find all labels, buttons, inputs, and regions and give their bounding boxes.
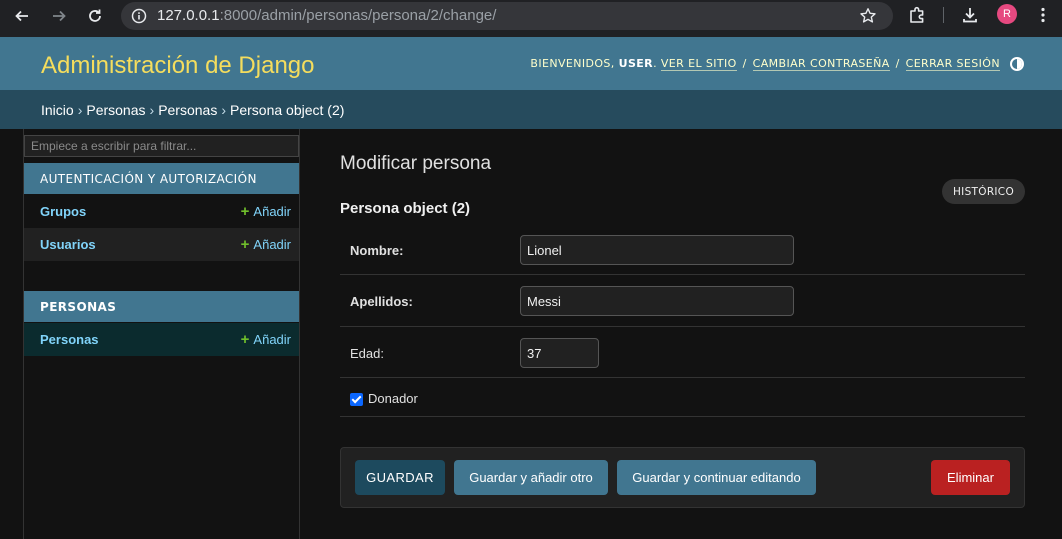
username: user bbox=[618, 57, 654, 70]
breadcrumb-app[interactable]: Personas bbox=[86, 102, 145, 118]
user-tools: Bienvenidos, user. Ver el sitio / Cambia… bbox=[530, 57, 1000, 71]
download-icon[interactable] bbox=[960, 5, 980, 25]
breadcrumb-separator: › bbox=[77, 102, 83, 118]
bookmark-star-icon[interactable] bbox=[859, 7, 877, 25]
donador-field: Donador bbox=[350, 391, 418, 406]
url-text: 127.0.0.1:8000/admin/personas/persona/2/… bbox=[157, 7, 496, 24]
model-link-grupos[interactable]: Grupos bbox=[40, 204, 86, 219]
save-and-continue-button[interactable]: Guardar y continuar editando bbox=[617, 460, 816, 495]
separator: / bbox=[895, 57, 900, 70]
add-usuario-link[interactable]: + Añadir bbox=[241, 236, 291, 253]
separator: / bbox=[742, 57, 747, 70]
module-caption-personas[interactable]: Personas bbox=[24, 291, 299, 322]
nav-filter-input[interactable] bbox=[24, 135, 299, 157]
submit-row: Guardar Guardar y añadir otro Guardar y … bbox=[340, 447, 1025, 508]
breadcrumb-separator: › bbox=[221, 102, 227, 118]
module-caption-auth[interactable]: Autenticación y autorización bbox=[24, 163, 299, 194]
extensions-icon[interactable] bbox=[907, 5, 927, 25]
form-row-nombre: Nombre: bbox=[340, 225, 1025, 275]
breadcrumb-model[interactable]: Personas bbox=[158, 102, 217, 118]
url-path: :8000/admin/personas/persona/2/change/ bbox=[219, 7, 497, 24]
nombre-label: Nombre: bbox=[350, 243, 404, 258]
add-persona-link[interactable]: + Añadir bbox=[241, 331, 291, 348]
object-title: Persona object (2) bbox=[340, 200, 471, 217]
edad-input[interactable] bbox=[520, 338, 599, 368]
nav-sidebar: Autenticación y autorización Grupos +Aña… bbox=[0, 129, 300, 539]
breadcrumb: Inicio › Personas › Personas › Persona object … bbox=[0, 90, 1062, 129]
sidebar-item-usuarios: Usuarios + Añadir bbox=[24, 228, 299, 261]
reload-icon[interactable] bbox=[83, 4, 107, 28]
address-bar[interactable]: 127.0.0.1:8000/admin/personas/persona/2/… bbox=[121, 2, 893, 30]
edad-label: Edad: bbox=[350, 346, 384, 361]
model-link-usuarios[interactable]: Usuarios bbox=[40, 237, 96, 252]
model-link-personas[interactable]: Personas bbox=[40, 332, 99, 347]
add-icon: + bbox=[240, 203, 250, 220]
welcome-text: Bienvenidos, bbox=[530, 57, 615, 70]
logout-link[interactable]: Cerrar sesión bbox=[905, 57, 1000, 71]
save-button[interactable]: Guardar bbox=[355, 460, 445, 495]
site-header: Administración de Django Bienvenidos, us… bbox=[0, 37, 1062, 90]
form-row-donador: Donador bbox=[340, 379, 1025, 417]
add-icon: + bbox=[240, 236, 250, 253]
forward-arrow-icon[interactable] bbox=[47, 4, 71, 28]
breadcrumb-separator: › bbox=[149, 102, 155, 118]
breadcrumb-current: Persona object (2) bbox=[230, 102, 345, 118]
browser-toolbar: 127.0.0.1:8000/admin/personas/persona/2/… bbox=[0, 0, 1062, 37]
profile-avatar[interactable]: R bbox=[997, 4, 1017, 24]
apellidos-input[interactable] bbox=[520, 286, 794, 316]
sidebar-item-personas: Personas + Añadir bbox=[24, 323, 299, 356]
url-host: 127.0.0.1 bbox=[157, 7, 220, 24]
add-icon: + bbox=[240, 331, 250, 348]
add-label: Añadir bbox=[253, 332, 291, 347]
add-grupo-link[interactable]: + Añadir bbox=[241, 203, 291, 220]
delete-button[interactable]: Eliminar bbox=[931, 460, 1010, 495]
change-password-link[interactable]: Cambiar contraseña bbox=[752, 57, 890, 71]
save-and-add-another-button[interactable]: Guardar y añadir otro bbox=[454, 460, 608, 495]
apellidos-label: Apellidos: bbox=[350, 294, 413, 309]
form-row-edad: Edad: bbox=[340, 328, 1025, 378]
donador-label[interactable]: Donador bbox=[368, 391, 418, 406]
sidebar-item-grupos: Grupos + Añadir bbox=[24, 195, 299, 228]
nombre-input[interactable] bbox=[520, 235, 794, 265]
theme-toggle-icon[interactable] bbox=[1010, 57, 1024, 71]
donador-checkbox[interactable] bbox=[350, 393, 363, 406]
more-options-icon[interactable] bbox=[1033, 5, 1053, 25]
add-label: Añadir bbox=[253, 204, 291, 219]
history-button[interactable]: Histórico bbox=[942, 179, 1025, 204]
add-label: Añadir bbox=[253, 237, 291, 252]
view-site-link[interactable]: Ver el sitio bbox=[660, 57, 737, 71]
breadcrumb-home[interactable]: Inicio bbox=[41, 102, 74, 118]
main-content: Modificar persona Histórico Persona obje… bbox=[300, 129, 1062, 539]
site-info-icon[interactable] bbox=[131, 8, 147, 24]
site-branding[interactable]: Administración de Django bbox=[41, 52, 314, 80]
form-row-apellidos: Apellidos: bbox=[340, 276, 1025, 327]
back-arrow-icon[interactable] bbox=[10, 4, 34, 28]
toolbar-divider bbox=[943, 7, 944, 23]
page-title: Modificar persona bbox=[340, 153, 492, 174]
